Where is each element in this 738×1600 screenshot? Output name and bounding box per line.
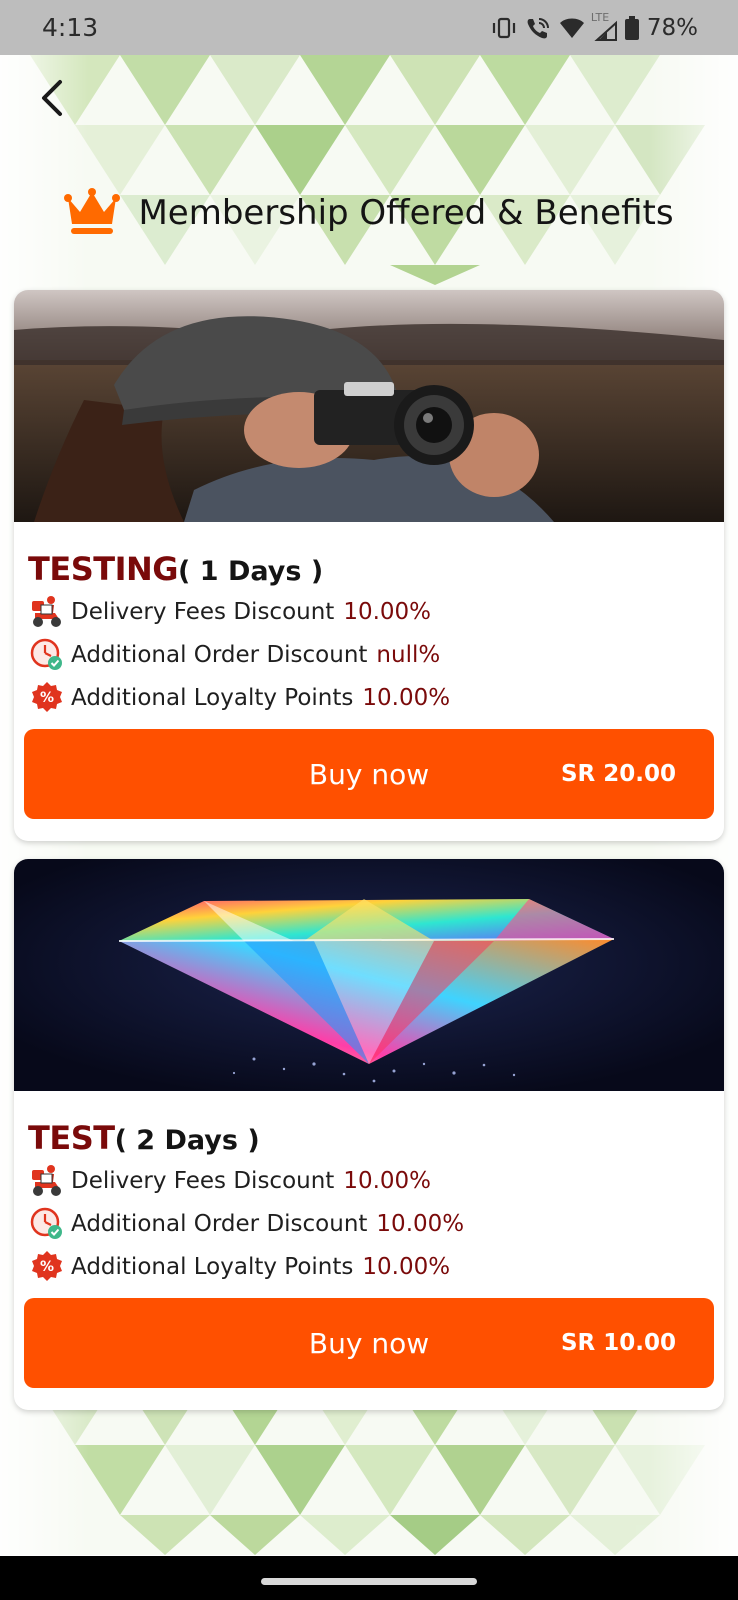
plan-image-diamond xyxy=(14,859,724,1091)
benefit-loyalty-points: % Additional Loyalty Points 10.00% xyxy=(28,1245,710,1288)
benefit-label: Additional Order Discount xyxy=(71,641,368,668)
benefit-loyalty-points: % Additional Loyalty Points 10.00% xyxy=(28,676,710,719)
back-button[interactable] xyxy=(30,72,74,124)
network-signal: LTE xyxy=(591,11,617,41)
delivery-scooter-icon xyxy=(28,594,66,630)
plan-details: TEST ( 2 Days ) Delivery Fees Discount 1… xyxy=(14,1091,724,1288)
plan-duration: ( 1 Days ) xyxy=(178,556,324,587)
percent-badge-icon: % xyxy=(28,1249,66,1285)
benefit-value: 10.00% xyxy=(362,1253,451,1280)
page-header: Membership Offered & Benefits xyxy=(0,180,738,246)
page-title: Membership Offered & Benefits xyxy=(138,193,674,233)
plan-name: TESTING xyxy=(28,550,179,588)
svg-text:%: % xyxy=(40,1259,54,1275)
signal-icon xyxy=(594,20,617,41)
benefit-delivery-fees: Delivery Fees Discount 10.00% xyxy=(28,1159,710,1202)
buy-now-button[interactable]: Buy now SR 10.00 xyxy=(24,1298,714,1388)
plan-image-photographer xyxy=(14,290,724,522)
membership-card: TESTING ( 1 Days ) Delivery Fees Discoun… xyxy=(14,290,724,841)
plan-title: TESTING ( 1 Days ) xyxy=(28,550,710,590)
wifi-icon xyxy=(559,18,584,38)
benefit-value: 10.00% xyxy=(362,684,451,711)
plan-name: TEST xyxy=(28,1119,115,1157)
plan-title: TEST ( 2 Days ) xyxy=(28,1119,710,1159)
benefit-value: 10.00% xyxy=(343,1167,432,1194)
benefit-value: 10.00% xyxy=(376,1210,465,1237)
benefit-label: Delivery Fees Discount xyxy=(71,1167,335,1194)
delivery-scooter-icon xyxy=(28,1163,66,1199)
benefit-value: null% xyxy=(376,641,441,668)
chevron-left-icon xyxy=(42,80,62,116)
plan-price: SR 10.00 xyxy=(560,1330,676,1356)
benefit-label: Additional Loyalty Points xyxy=(71,684,354,711)
plan-price: SR 20.00 xyxy=(560,761,676,787)
percent-badge-icon: % xyxy=(28,680,66,716)
benefit-value: 10.00% xyxy=(343,598,432,625)
svg-text:%: % xyxy=(40,690,54,706)
status-bar: 4:13 LTE 78% xyxy=(0,0,738,55)
plan-duration: ( 2 Days ) xyxy=(114,1125,260,1156)
battery-percent: 78% xyxy=(646,14,698,41)
vibrate-icon xyxy=(492,17,515,38)
benefit-order-discount: Additional Order Discount null% xyxy=(28,633,710,676)
status-icons: LTE 78% xyxy=(491,11,698,41)
benefit-label: Additional Loyalty Points xyxy=(71,1253,354,1280)
clock-check-icon xyxy=(28,1206,66,1242)
buy-now-button[interactable]: Buy now SR 20.00 xyxy=(24,729,714,819)
clock-check-icon xyxy=(28,637,66,673)
wifi-calling-icon xyxy=(527,17,549,38)
membership-card: TEST ( 2 Days ) Delivery Fees Discount 1… xyxy=(14,859,724,1410)
system-navigation-bar xyxy=(0,1556,738,1600)
benefit-label: Additional Order Discount xyxy=(71,1210,368,1237)
benefit-delivery-fees: Delivery Fees Discount 10.00% xyxy=(28,590,710,633)
plan-details: TESTING ( 1 Days ) Delivery Fees Discoun… xyxy=(14,522,724,719)
crown-icon xyxy=(64,188,121,234)
benefit-order-discount: Additional Order Discount 10.00% xyxy=(28,1202,710,1245)
battery-icon xyxy=(624,15,639,40)
home-gesture-handle[interactable] xyxy=(261,1578,477,1585)
status-time: 4:13 xyxy=(42,13,99,42)
benefit-label: Delivery Fees Discount xyxy=(71,598,335,625)
